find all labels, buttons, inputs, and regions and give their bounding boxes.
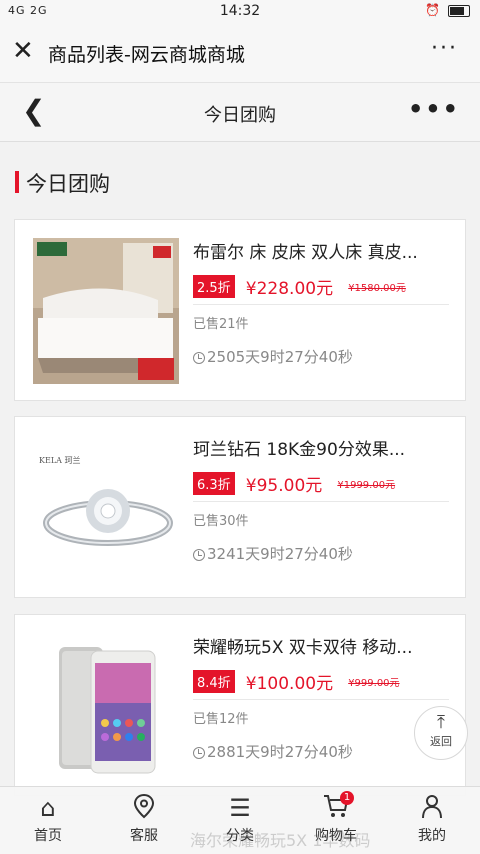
- countdown: 2505天9时27分40秒: [193, 346, 449, 367]
- divider: [193, 699, 449, 700]
- list-icon: ☰: [229, 794, 251, 822]
- webview-titlebar: ✕ 商品列表-网云商城商城 ···: [0, 24, 480, 83]
- sold-count: 已售12件: [193, 712, 249, 727]
- product-name[interactable]: 珂兰钻石 18K金90分效果...: [193, 435, 449, 461]
- original-price: ¥999.00元: [348, 678, 400, 689]
- status-icons: ⏰: [425, 3, 470, 17]
- original-price: ¥1999.00元: [337, 480, 396, 491]
- page-header: ❮ 今日团购 •••: [0, 83, 480, 142]
- product-info: 荣耀畅玩5X 双卡双待 移动... 8.4折 ¥100.00元 ¥999.00元…: [193, 633, 449, 762]
- price-row: 6.3折 ¥95.00元 ¥1999.00元: [193, 471, 449, 497]
- divider: [193, 304, 449, 305]
- product-info: 珂兰钻石 18K金90分效果... 6.3折 ¥95.00元 ¥1999.00元…: [193, 435, 449, 564]
- clock-icon: [193, 746, 205, 759]
- product-image-ring[interactable]: KELA 珂兰: [33, 435, 179, 581]
- status-bar: 4G 2G 14:32 ⏰: [0, 0, 480, 24]
- arrow-up-icon: ⤒: [437, 712, 445, 733]
- group-price: ¥95.00元: [245, 476, 323, 496]
- webview-title: 商品列表-网云商城商城: [48, 44, 245, 66]
- nav-item-mine[interactable]: 我的: [384, 787, 480, 854]
- product-card[interactable]: KELA 珂兰 珂兰钻石 18K金90分效果... 6.3折 ¥95.00元 ¥…: [14, 416, 466, 598]
- user-icon: [384, 793, 480, 823]
- nav-label: 我的: [418, 828, 446, 844]
- section-header: 今日团购: [0, 142, 480, 217]
- nav-label: 客服: [130, 828, 158, 844]
- product-card[interactable]: 荣耀畅玩5X 双卡双待 移动... 8.4折 ¥100.00元 ¥999.00元…: [14, 614, 466, 796]
- countdown-text: 2505天9时27分40秒: [207, 348, 353, 366]
- original-price: ¥1580.00元: [348, 283, 406, 294]
- price-row: 8.4折 ¥100.00元 ¥999.00元: [193, 669, 449, 695]
- back-to-top-button[interactable]: ⤒ 返回: [414, 706, 468, 760]
- product-info: 布雷尔 床 皮床 双人床 真皮... 2.5折 ¥228.00元 ¥1580.0…: [193, 238, 449, 367]
- sold-count: 已售30件: [193, 514, 249, 529]
- nav-label: 首页: [34, 828, 62, 844]
- discount-badge: 8.4折: [193, 670, 235, 693]
- product-name[interactable]: 布雷尔 床 皮床 双人床 真皮...: [193, 238, 449, 264]
- cart-badge: 1: [340, 791, 354, 805]
- clock-icon: [193, 351, 205, 364]
- section-accent-bar: [15, 171, 19, 193]
- product-image-phone[interactable]: [33, 633, 179, 779]
- group-price: ¥100.00元: [245, 674, 334, 694]
- sold-count: 已售21件: [193, 317, 249, 332]
- section-title: 今日团购: [26, 172, 110, 196]
- group-price: ¥228.00元: [245, 279, 334, 299]
- divider: [193, 501, 449, 502]
- location-icon: [96, 793, 192, 823]
- nav-item-service[interactable]: 客服: [96, 787, 192, 854]
- back-to-top-label: 返回: [430, 735, 452, 748]
- product-card[interactable]: 布雷尔 床 皮床 双人床 真皮... 2.5折 ¥228.00元 ¥1580.0…: [14, 219, 466, 401]
- nav-item-cart[interactable]: 1 购物车: [288, 787, 384, 854]
- alarm-icon: ⏰: [425, 3, 441, 17]
- countdown: 2881天9时27分40秒: [193, 741, 449, 762]
- home-icon: ⌂: [40, 794, 56, 822]
- countdown: 3241天9时27分40秒: [193, 543, 449, 564]
- nav-label: 购物车: [315, 828, 357, 844]
- product-image-bed[interactable]: [33, 238, 179, 384]
- nav-item-home[interactable]: ⌂ 首页: [0, 787, 96, 854]
- page-more-button[interactable]: •••: [408, 95, 460, 123]
- nav-label: 分类: [226, 828, 254, 844]
- bottom-nav: 海尔荣耀畅玩5X 1华数码 ⌂ 首页 客服 ☰ 分类 1 购物车 我的: [0, 786, 480, 854]
- product-name[interactable]: 荣耀畅玩5X 双卡双待 移动...: [193, 633, 449, 659]
- close-icon[interactable]: ✕: [12, 38, 38, 64]
- countdown-text: 2881天9时27分40秒: [207, 743, 353, 761]
- webview-more-button[interactable]: ···: [431, 36, 458, 61]
- status-time: 14:32: [219, 3, 261, 19]
- svg-text:KELA 珂兰: KELA 珂兰: [39, 455, 80, 465]
- countdown-text: 3241天9时27分40秒: [207, 545, 353, 563]
- battery-icon: [448, 4, 470, 17]
- clock-icon: [193, 548, 205, 561]
- discount-badge: 2.5折: [193, 275, 235, 298]
- discount-badge: 6.3折: [193, 472, 235, 495]
- nav-item-category[interactable]: ☰ 分类: [192, 787, 288, 854]
- cart-icon: 1: [288, 791, 384, 823]
- price-row: 2.5折 ¥228.00元 ¥1580.00元: [193, 274, 449, 300]
